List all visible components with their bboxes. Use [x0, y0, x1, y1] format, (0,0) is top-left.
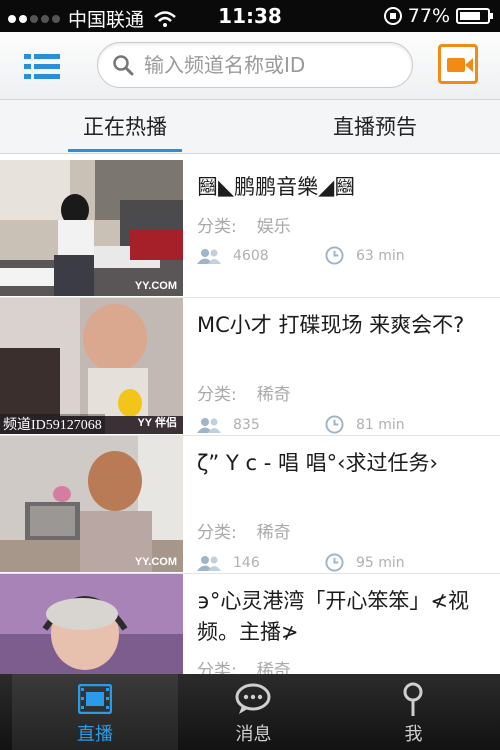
- person-icon: [403, 682, 423, 716]
- tab-now-playing[interactable]: 正在热播: [0, 100, 250, 154]
- tab-bar: 正在热播 直播预告: [0, 100, 500, 154]
- channel-title: ζ” Υ c - 唱 唱°‹求过任务›: [197, 451, 438, 475]
- nav-messages[interactable]: 消息: [170, 674, 337, 750]
- live-duration: 63 min: [356, 247, 405, 264]
- channel-stats: 146 95 min: [197, 553, 405, 572]
- category-value: 稀奇: [256, 661, 291, 674]
- viewer-count: 4608: [233, 247, 269, 264]
- menu-button[interactable]: [24, 52, 60, 82]
- category-label: 分类:: [197, 661, 237, 674]
- nav-messages-label: 消息: [235, 724, 272, 745]
- channel-category: 分类: 稀奇: [197, 656, 291, 674]
- thumbnail-channel-id: 频道ID59127068: [0, 414, 105, 434]
- search-box[interactable]: [97, 42, 413, 88]
- category-label: 分类:: [197, 385, 237, 405]
- battery-icon: [456, 8, 493, 24]
- bottom-tab-bar: 直播 消息 我: [0, 674, 500, 750]
- channel-list[interactable]: YY.COM 圝◣鹏鹏音樂◢圝 分类: 娱乐 4608 63 min 频道ID5…: [0, 160, 500, 674]
- nav-live[interactable]: 直播: [12, 674, 178, 750]
- status-bar: 中国联通 11:38 77%: [0, 0, 500, 32]
- channel-thumbnail: YY.COM: [0, 160, 183, 296]
- thumbnail-watermark: YY.COM: [134, 280, 177, 292]
- viewers-icon: [197, 555, 221, 571]
- film-icon: [78, 684, 112, 714]
- channel-thumbnail: YY.COM: [0, 436, 183, 572]
- channel-category: 分类: 娱乐: [197, 212, 291, 237]
- chat-bubble-icon: [235, 683, 271, 714]
- channel-title: MC小才 打碟现场 来爽会不?: [197, 313, 465, 337]
- category-value: 稀奇: [256, 523, 291, 543]
- category-label: 分类:: [197, 217, 237, 237]
- clock-icon: [325, 553, 344, 572]
- channel-stats: 4608 63 min: [197, 246, 405, 265]
- channel-stats: 835 81 min: [197, 415, 405, 434]
- list-item[interactable]: YY.COM ζ” Υ c - 唱 唱°‹求过任务› 分类: 稀奇 146 95 …: [0, 436, 500, 574]
- viewers-icon: [197, 248, 221, 264]
- tab-live-preview[interactable]: 直播预告: [250, 100, 500, 154]
- battery-percent: 77%: [407, 5, 450, 27]
- viewer-count: 146: [233, 554, 260, 571]
- channel-title: ϶°心灵港湾「开心笨笨」≮视频。主播≯: [197, 589, 470, 644]
- nav-me-label: 我: [404, 724, 423, 745]
- clock-icon: [325, 246, 344, 265]
- list-item[interactable]: ϶°心灵港湾「开心笨笨」≮视频。主播≯ 分类: 稀奇: [0, 574, 500, 674]
- rotation-lock-icon: [383, 7, 402, 25]
- live-duration: 81 min: [356, 416, 405, 433]
- nav-me[interactable]: 我: [330, 674, 497, 750]
- top-bar: [0, 32, 500, 100]
- category-label: 分类:: [197, 523, 237, 543]
- live-duration: 95 min: [356, 554, 405, 571]
- thumbnail-watermark: YY.COM: [134, 556, 177, 568]
- thumbnail-watermark: YY 伴侣: [137, 417, 177, 429]
- clock-icon: [325, 415, 344, 434]
- search-icon: [113, 55, 134, 76]
- channel-title: 圝◣鹏鹏音樂◢圝: [197, 175, 356, 199]
- search-input[interactable]: [144, 51, 399, 79]
- viewers-icon: [197, 417, 221, 433]
- category-value: 娱乐: [256, 217, 291, 237]
- category-value: 稀奇: [256, 385, 291, 405]
- channel-thumbnail: 频道ID59127068 YY 伴侣: [0, 298, 183, 434]
- list-item[interactable]: YY.COM 圝◣鹏鹏音樂◢圝 分类: 娱乐 4608 63 min: [0, 160, 500, 298]
- viewer-count: 835: [233, 416, 260, 433]
- channel-category: 分类: 稀奇: [197, 380, 291, 405]
- active-tab-indicator: [68, 149, 182, 152]
- nav-live-label: 直播: [77, 724, 113, 745]
- system-indicators: 77%: [383, 5, 493, 27]
- channel-category: 分类: 稀奇: [197, 518, 291, 543]
- camera-button[interactable]: [438, 44, 478, 84]
- list-item[interactable]: 频道ID59127068 YY 伴侣 MC小才 打碟现场 来爽会不? 分类: 稀奇…: [0, 298, 500, 436]
- channel-thumbnail: [0, 574, 183, 674]
